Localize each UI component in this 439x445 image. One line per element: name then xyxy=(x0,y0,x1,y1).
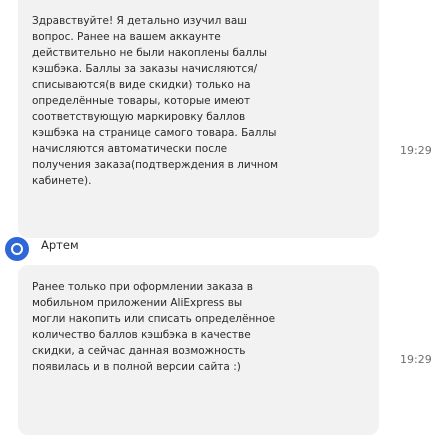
avatar[interactable] xyxy=(5,237,29,261)
message-text: Здравствуйте! Я детально изучил ваш вопр… xyxy=(32,15,279,187)
message-timestamp: 19:29 xyxy=(400,144,432,157)
avatar-logo-icon xyxy=(11,243,23,255)
sender-name: Артем xyxy=(41,238,79,252)
message-bubble-agent: Ранее только при оформлении заказа в моб… xyxy=(18,265,379,435)
message-bubble-support: Здравствуйте! Я детально изучил ваш вопр… xyxy=(18,0,379,238)
message-timestamp: 19:29 xyxy=(400,353,432,366)
message-text: Ранее только при оформлении заказа в моб… xyxy=(32,281,276,373)
